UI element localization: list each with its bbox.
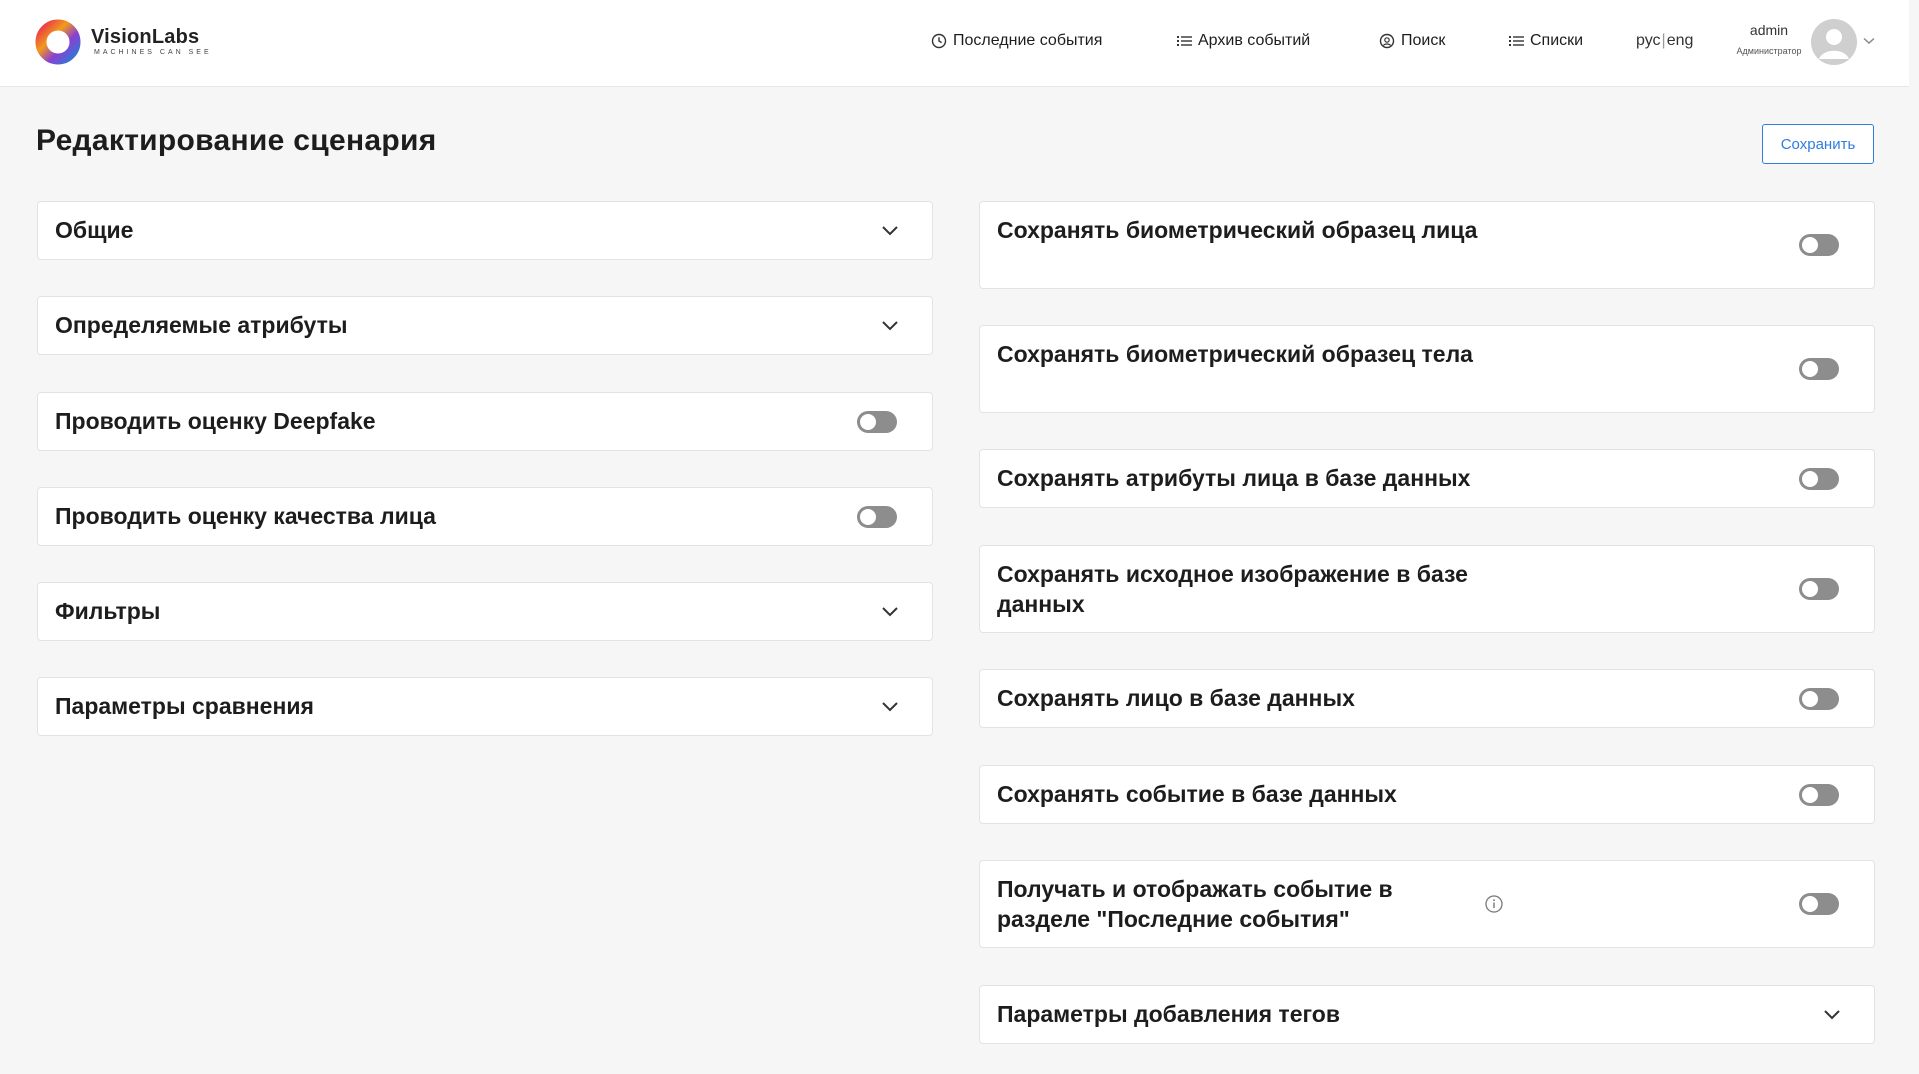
user-avatar-icon bbox=[1811, 19, 1857, 65]
save-event-toggle[interactable] bbox=[1799, 784, 1839, 806]
section-deepfake-label: Проводить оценку Deepfake bbox=[55, 408, 376, 434]
section-deepfake: Проводить оценку Deepfake bbox=[37, 392, 933, 451]
language-switcher: рус|eng bbox=[1636, 32, 1693, 50]
user-name: admin bbox=[1749, 22, 1789, 38]
section-save-source-image-label: Сохранять исходное изображение в базе да… bbox=[997, 561, 1468, 617]
section-save-face: Сохранять лицо в базе данных bbox=[979, 669, 1875, 728]
save-source-image-toggle[interactable] bbox=[1799, 578, 1839, 600]
page-title: Редактирование сценария bbox=[36, 124, 437, 157]
section-save-body-sample-label: Сохранять биометрический образец тела bbox=[997, 341, 1473, 367]
nav-events-archive[interactable]: Архив событий bbox=[1177, 32, 1310, 50]
section-attributes[interactable]: Определяемые атрибуты bbox=[37, 296, 933, 355]
lang-en[interactable]: eng bbox=[1667, 32, 1694, 49]
section-general-label: Общие bbox=[55, 217, 134, 243]
section-face-quality-label: Проводить оценку качества лица bbox=[55, 503, 436, 529]
show-recent-toggle[interactable] bbox=[1799, 893, 1839, 915]
avatar[interactable] bbox=[1811, 19, 1857, 65]
chevron-down-icon bbox=[882, 226, 898, 236]
section-save-face-attributes-label: Сохранять атрибуты лица в базе данных bbox=[997, 465, 1471, 491]
section-save-face-attributes: Сохранять атрибуты лица в базе данных bbox=[979, 449, 1875, 508]
nav-search-label: Поиск bbox=[1401, 32, 1446, 49]
nav-lists[interactable]: Списки bbox=[1509, 32, 1583, 50]
clock-icon bbox=[931, 33, 947, 49]
section-filters-label: Фильтры bbox=[55, 598, 161, 624]
brand-logo[interactable]: VisionLabs MACHINES CAN SEE bbox=[35, 19, 212, 65]
lang-ru[interactable]: рус bbox=[1636, 32, 1661, 49]
section-save-body-sample: Сохранять биометрический образец тела bbox=[979, 325, 1875, 413]
nav-lists-label: Списки bbox=[1530, 32, 1584, 49]
nav-recent-events-label: Последние события bbox=[953, 32, 1103, 49]
lang-separator: | bbox=[1661, 32, 1666, 49]
face-search-icon bbox=[1379, 33, 1395, 49]
user-info[interactable]: admin Администратор bbox=[1728, 22, 1810, 58]
nav-events-archive-label: Архив событий bbox=[1198, 32, 1311, 49]
section-tag-params-label: Параметры добавления тегов bbox=[997, 1001, 1340, 1027]
chevron-down-icon bbox=[882, 321, 898, 331]
section-matching[interactable]: Параметры сравнения bbox=[37, 677, 933, 736]
face-quality-toggle[interactable] bbox=[857, 506, 897, 528]
section-save-event: Сохранять событие в базе данных bbox=[979, 765, 1875, 824]
chevron-down-icon[interactable] bbox=[1863, 37, 1875, 45]
chevron-down-icon bbox=[882, 607, 898, 617]
logo-ring-icon bbox=[35, 19, 81, 65]
brand-tagline: MACHINES CAN SEE bbox=[94, 49, 212, 56]
section-general[interactable]: Общие bbox=[37, 201, 933, 260]
section-matching-label: Параметры сравнения bbox=[55, 693, 314, 719]
save-face-sample-toggle[interactable] bbox=[1799, 234, 1839, 256]
list-icon bbox=[1177, 36, 1192, 46]
deepfake-toggle[interactable] bbox=[857, 411, 897, 433]
user-role: Администратор bbox=[1736, 46, 1802, 56]
section-show-recent-label: Получать и отображать событие в разделе … bbox=[997, 876, 1393, 932]
section-save-face-label: Сохранять лицо в базе данных bbox=[997, 685, 1355, 711]
save-body-sample-toggle[interactable] bbox=[1799, 358, 1839, 380]
nav-recent-events[interactable]: Последние события bbox=[931, 32, 1102, 50]
nav-search[interactable]: Поиск bbox=[1379, 32, 1445, 50]
chevron-down-icon bbox=[1824, 1010, 1840, 1020]
list-icon bbox=[1509, 36, 1524, 46]
section-save-source-image: Сохранять исходное изображение в базе да… bbox=[979, 545, 1875, 633]
section-save-face-sample: Сохранять биометрический образец лица bbox=[979, 201, 1875, 289]
info-icon[interactable] bbox=[1485, 895, 1503, 913]
brand-name: VisionLabs bbox=[91, 26, 200, 48]
section-save-event-label: Сохранять событие в базе данных bbox=[997, 781, 1397, 807]
save-face-toggle[interactable] bbox=[1799, 688, 1839, 710]
save-face-attributes-toggle[interactable] bbox=[1799, 468, 1839, 490]
section-save-face-sample-label: Сохранять биометрический образец лица bbox=[997, 217, 1478, 243]
section-show-recent: Получать и отображать событие в разделе … bbox=[979, 860, 1875, 948]
save-button[interactable]: Сохранить bbox=[1762, 124, 1874, 164]
chevron-down-icon bbox=[882, 702, 898, 712]
section-filters[interactable]: Фильтры bbox=[37, 582, 933, 641]
top-header: VisionLabs MACHINES CAN SEE Последние со… bbox=[0, 0, 1909, 87]
section-attributes-label: Определяемые атрибуты bbox=[55, 312, 348, 338]
section-tag-params[interactable]: Параметры добавления тегов bbox=[979, 985, 1875, 1044]
section-face-quality: Проводить оценку качества лица bbox=[37, 487, 933, 546]
